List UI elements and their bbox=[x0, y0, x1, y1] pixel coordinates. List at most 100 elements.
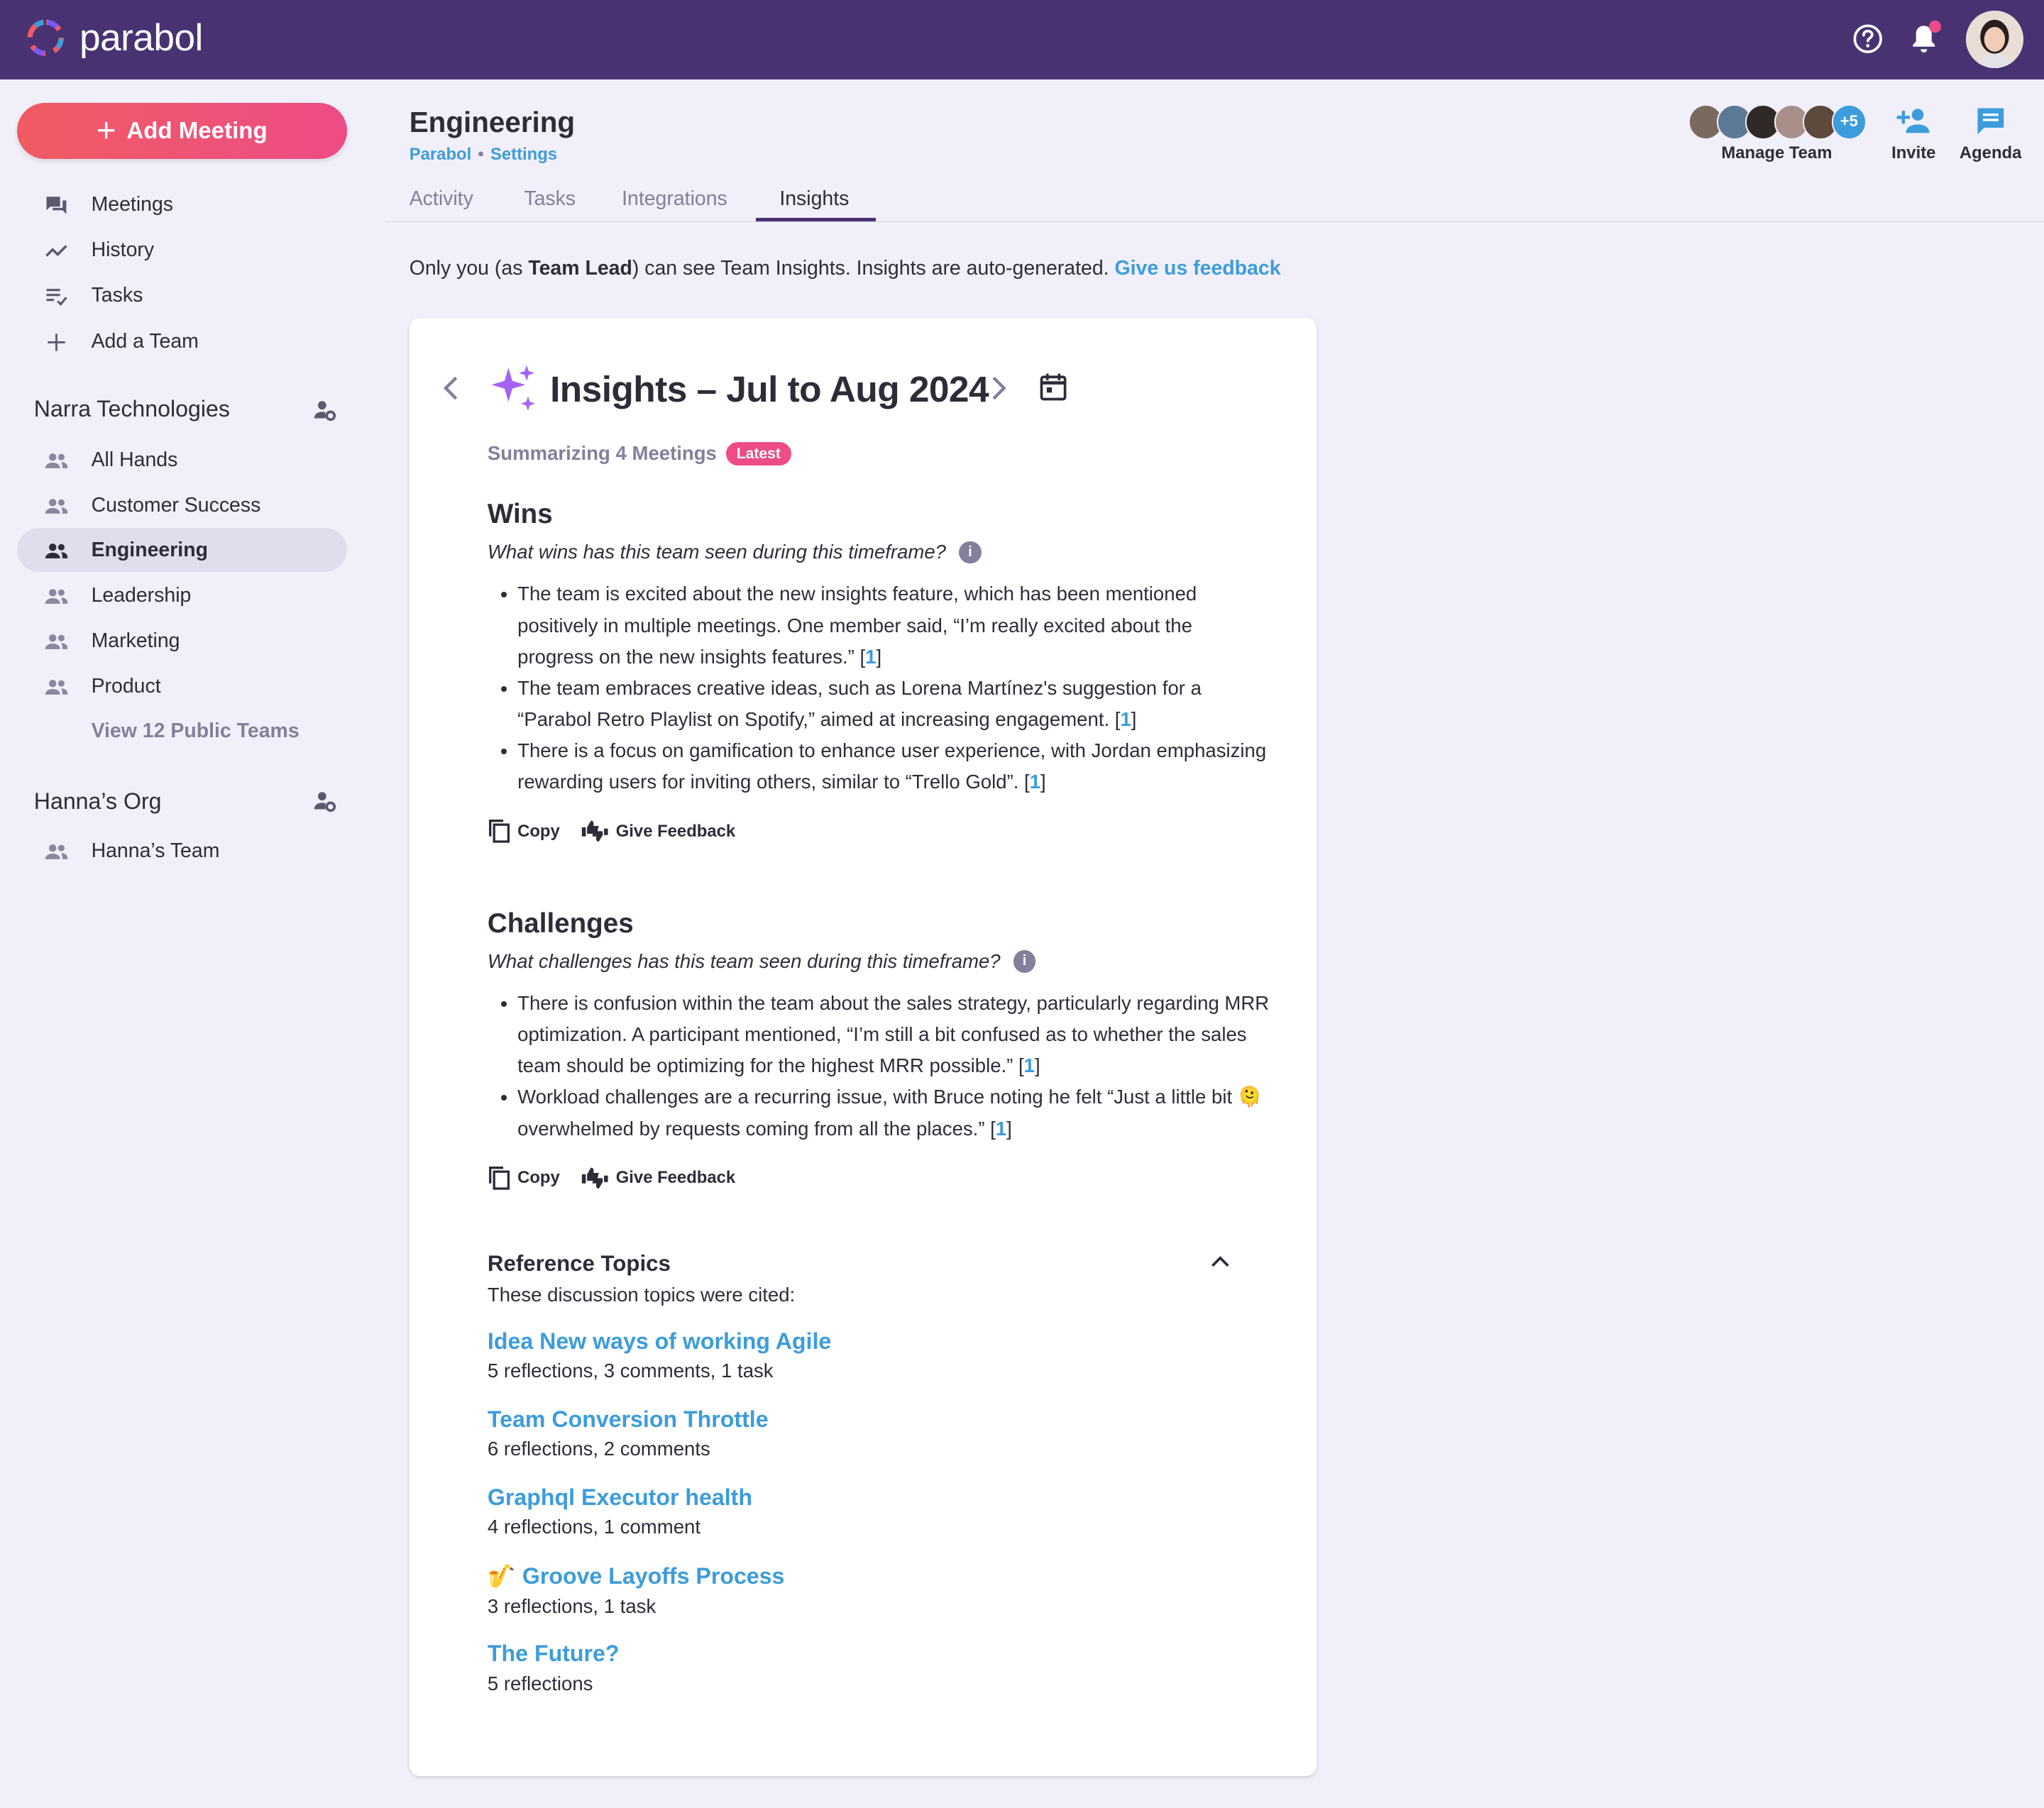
citation-link[interactable]: 1 bbox=[1024, 1054, 1035, 1076]
topic-link[interactable]: 🎷 Groove Layoffs Process bbox=[488, 1562, 785, 1589]
give-feedback-label: Give Feedback bbox=[615, 821, 736, 841]
list-item: The team embraces creative ideas, such a… bbox=[517, 673, 1273, 735]
insights-notice: Only you (as Team Lead) can see Team Ins… bbox=[410, 257, 1281, 280]
wins-question: What wins has this team seen during this… bbox=[488, 541, 982, 563]
topic-stats: 5 reflections bbox=[487, 1672, 593, 1694]
agenda-button[interactable]: Agenda bbox=[1958, 104, 2023, 163]
group-icon bbox=[45, 543, 68, 558]
topic-link[interactable]: The Future? bbox=[488, 1641, 620, 1667]
timeline-icon bbox=[45, 245, 68, 257]
insight-text: There is a focus on gamification to enha… bbox=[517, 739, 1267, 793]
view-public-teams-link[interactable]: View 12 Public Teams bbox=[92, 720, 300, 743]
team-label: Hanna’s Team bbox=[91, 839, 220, 862]
group-icon bbox=[45, 588, 68, 604]
parabol-logo-icon bbox=[27, 19, 64, 56]
team-engineering[interactable]: Engineering bbox=[16, 527, 347, 573]
calendar-icon[interactable] bbox=[1038, 371, 1069, 402]
team-label: Marketing bbox=[91, 629, 180, 653]
nav-history[interactable]: History bbox=[17, 228, 347, 272]
help-icon[interactable] bbox=[1850, 21, 1886, 57]
challenges-question: What challenges has this team seen durin… bbox=[488, 950, 1036, 973]
tab-activity[interactable]: Activity bbox=[410, 187, 473, 211]
nav-label: Add a Team bbox=[91, 329, 199, 353]
nav-add-team[interactable]: Add a Team bbox=[17, 319, 347, 363]
agenda-label: Agenda bbox=[1959, 143, 2022, 163]
wins-title: Wins bbox=[487, 499, 553, 530]
info-icon[interactable]: i bbox=[959, 541, 982, 563]
group-icon bbox=[45, 499, 68, 514]
topic-link[interactable]: Team Conversion Throttle bbox=[488, 1406, 769, 1433]
invite-label: Invite bbox=[1891, 143, 1936, 163]
citation-link[interactable]: 1 bbox=[1030, 771, 1040, 793]
topic-link[interactable]: Idea New ways of working Agile bbox=[488, 1328, 831, 1355]
citation-link[interactable]: 1 bbox=[996, 1118, 1006, 1140]
topic-link[interactable]: Graphql Executor health bbox=[488, 1484, 752, 1511]
insights-title: Insights – Jul to Aug 2024 bbox=[550, 368, 989, 409]
insight-text: The team is excited about the new insigh… bbox=[517, 583, 1197, 668]
app-name: parabol bbox=[79, 16, 203, 59]
breadcrumb-settings-link[interactable]: Settings bbox=[490, 145, 557, 164]
challenges-title: Challenges bbox=[487, 908, 634, 939]
copy-label: Copy bbox=[517, 1168, 560, 1188]
org-settings-icon[interactable] bbox=[313, 790, 336, 813]
more-members-count: +5 bbox=[1831, 104, 1867, 140]
previous-period-chevron-icon[interactable] bbox=[438, 373, 464, 404]
copy-label: Copy bbox=[517, 821, 560, 841]
user-avatar[interactable] bbox=[1965, 10, 2023, 68]
group-icon bbox=[45, 634, 68, 650]
nav-meetings[interactable]: Meetings bbox=[17, 182, 347, 226]
topic-stats: 3 reflections, 1 task bbox=[487, 1594, 656, 1617]
team-leadership[interactable]: Leadership bbox=[17, 573, 347, 617]
tab-insights[interactable]: Insights bbox=[779, 187, 849, 211]
nav-tasks[interactable]: Tasks bbox=[17, 274, 347, 318]
team-hannas-team[interactable]: Hanna’s Team bbox=[17, 829, 347, 873]
team-marketing[interactable]: Marketing bbox=[17, 619, 347, 663]
team-customer-success[interactable]: Customer Success bbox=[17, 483, 347, 527]
manage-team-button[interactable]: Manage Team bbox=[1715, 143, 1838, 163]
give-feedback-button[interactable]: Give Feedback bbox=[581, 1165, 735, 1191]
chat-agenda-icon bbox=[1977, 108, 2004, 135]
team-all-hands[interactable]: All Hands bbox=[17, 438, 347, 482]
thumbs-up-down-icon bbox=[582, 1167, 608, 1189]
person-add-icon bbox=[1896, 109, 1930, 133]
citation-link[interactable]: 1 bbox=[865, 646, 876, 668]
parabol-logo[interactable]: parabol bbox=[23, 16, 203, 60]
add-meeting-button[interactable]: + Add Meeting bbox=[16, 103, 347, 160]
give-us-feedback-link[interactable]: Give us feedback bbox=[1114, 257, 1280, 280]
give-feedback-label: Give Feedback bbox=[615, 1168, 736, 1188]
team-label: Engineering bbox=[91, 538, 208, 561]
collapse-chevron-up-icon[interactable] bbox=[1207, 1249, 1233, 1275]
reference-topic: Team Conversion Throttle 6 reflections, … bbox=[488, 1406, 769, 1460]
active-tab-indicator bbox=[756, 217, 877, 222]
org-name[interactable]: Narra Technologies bbox=[34, 396, 230, 422]
info-icon[interactable]: i bbox=[1013, 950, 1036, 973]
reference-topic: The Future? 5 reflections bbox=[488, 1641, 620, 1694]
topic-stats: 6 reflections, 2 comments bbox=[487, 1438, 710, 1460]
next-period-chevron-icon[interactable] bbox=[986, 373, 1012, 404]
team-title: Engineering bbox=[409, 105, 576, 138]
give-feedback-button[interactable]: Give Feedback bbox=[581, 818, 735, 844]
challenges-actions: Copy Give Feedback bbox=[488, 1165, 757, 1191]
org-settings-icon[interactable] bbox=[313, 399, 336, 422]
org-name[interactable]: Hanna’s Org bbox=[34, 788, 162, 815]
team-label: All Hands bbox=[91, 448, 178, 471]
nav-label: History bbox=[91, 238, 155, 262]
wins-list: The team is excited about the new insigh… bbox=[488, 578, 1274, 798]
copy-button[interactable]: Copy bbox=[488, 818, 560, 844]
invite-button[interactable]: Invite bbox=[1885, 104, 1943, 163]
citation-link[interactable]: 1 bbox=[1120, 708, 1131, 730]
insights-card: Insights – Jul to Aug 2024 Summarizing 4… bbox=[409, 318, 1317, 1777]
plus-icon: + bbox=[96, 111, 116, 150]
playlist-check-icon bbox=[46, 289, 68, 307]
notice-text: ) can see Team Insights. Insights are au… bbox=[632, 256, 1109, 280]
group-icon bbox=[45, 453, 68, 468]
copy-button[interactable]: Copy bbox=[488, 1165, 560, 1191]
breadcrumb-org-link[interactable]: Parabol bbox=[410, 145, 472, 164]
team-label: Customer Success bbox=[91, 494, 261, 517]
top-bar: parabol bbox=[0, 0, 2044, 80]
notice-role: Team Lead bbox=[528, 256, 632, 280]
tab-integrations[interactable]: Integrations bbox=[622, 187, 727, 211]
team-product[interactable]: Product bbox=[17, 665, 347, 709]
list-item: Workload challenges are a recurring issu… bbox=[517, 1081, 1287, 1144]
tab-tasks[interactable]: Tasks bbox=[524, 187, 576, 211]
